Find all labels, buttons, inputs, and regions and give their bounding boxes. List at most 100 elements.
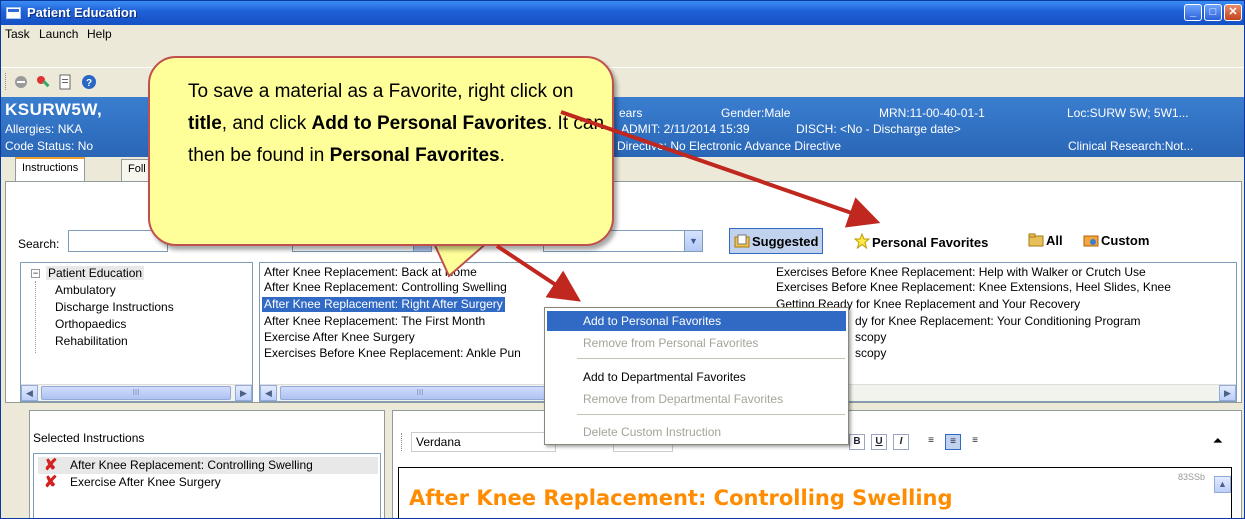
font-combo[interactable]: Verdana [411, 432, 556, 452]
list-item[interactable]: Exercises Before Knee Replacement: Help … [776, 265, 1146, 280]
custom-label: Custom [1101, 233, 1150, 248]
list-item[interactable]: scopy [855, 346, 886, 361]
all-toggle[interactable]: All [1024, 228, 1067, 254]
personal-favorites-toggle[interactable]: Personal Favorites [850, 228, 992, 254]
list-item[interactable]: ✘ Exercise After Knee Surgery [38, 474, 378, 491]
scroll-left-icon[interactable]: ◀ [260, 385, 277, 401]
gender-text: Gender:Male [721, 106, 791, 120]
callout-bold-title: title [188, 113, 222, 134]
close-button[interactable]: ✕ [1224, 4, 1242, 21]
clinical-research-text: Clinical Research:Not... [1068, 139, 1194, 153]
category-tree: − Patient Education Ambulatory Discharge … [20, 262, 253, 402]
selected-item-label: Exercise After Knee Surgery [70, 475, 221, 489]
tree-item-ambulatory[interactable]: Ambulatory [55, 283, 116, 297]
chevron-down-icon[interactable]: ▼ [684, 231, 702, 251]
patient-search-icon[interactable] [35, 74, 51, 90]
folder-pages-icon [734, 234, 750, 248]
menu-separator [577, 358, 845, 359]
callout-text-part: . [499, 145, 505, 166]
folder-icon [1028, 233, 1044, 247]
list-item[interactable]: Exercise After Knee Surgery [264, 330, 415, 345]
italic-button[interactable]: I [893, 434, 909, 450]
menu-item-remove-departmental-favorites[interactable]: Remove from Departmental Favorites [547, 389, 846, 409]
document-code: 83SSb [1177, 472, 1205, 482]
scroll-right-icon[interactable]: ▶ [1219, 385, 1236, 401]
list-item[interactable]: Exercises Before Knee Replacement: Knee … [776, 280, 1171, 295]
menu-launch[interactable]: Launch [39, 27, 78, 41]
remove-icon[interactable]: ✘ [44, 475, 57, 491]
document-icon[interactable] [57, 74, 73, 90]
menu-item-delete-custom-instruction[interactable]: Delete Custom Instruction [547, 422, 846, 442]
callout-text-part: To save a material as a Favorite, right … [188, 81, 574, 102]
callout-text-part: , and click [221, 113, 312, 134]
toolbar-grip[interactable] [401, 433, 404, 451]
selected-instructions-list: ✘ After Knee Replacement: Controlling Sw… [33, 453, 381, 518]
allergies-text: Allergies: NKA [5, 122, 83, 136]
admit-text: ADMIT: 2/11/2014 15:39 [621, 122, 750, 136]
tree-item-orthopaedics[interactable]: Orthopaedics [55, 317, 126, 331]
align-center-icon[interactable]: ≡ [945, 434, 961, 450]
selected-instructions-header: Selected Instructions [33, 431, 145, 445]
tree-line [35, 281, 36, 353]
mrn-text: MRN:11-00-40-01-1 [879, 106, 985, 120]
document-heading: After Knee Replacement: Controlling Swel… [409, 486, 953, 510]
scroll-left-icon[interactable]: ◀ [21, 385, 38, 401]
tree-item-discharge-instructions[interactable]: Discharge Instructions [55, 300, 174, 314]
minimize-button[interactable]: _ [1184, 4, 1202, 21]
suggested-label: Suggested [752, 234, 819, 249]
tree-horizontal-scrollbar[interactable]: ◀ III ▶ [21, 384, 252, 401]
scroll-up-icon[interactable]: ▲ [1214, 476, 1231, 493]
bold-button[interactable]: B [849, 434, 865, 450]
custom-toggle[interactable]: Custom [1079, 228, 1153, 254]
stop-icon[interactable] [13, 74, 29, 90]
menu-bar: Task Launch Help [1, 25, 1244, 45]
personal-favorites-label: Personal Favorites [872, 235, 989, 250]
menu-help[interactable]: Help [87, 27, 112, 41]
window-title: Patient Education [27, 5, 137, 20]
callout-bold-personal-favorites: Personal Favorites [329, 145, 500, 166]
window-icon [6, 7, 21, 19]
selected-item-label: After Knee Replacement: Controlling Swel… [70, 458, 313, 472]
toolbar-grip[interactable] [5, 73, 8, 90]
list-item[interactable]: After Knee Replacement: The First Month [264, 314, 485, 329]
align-left-icon[interactable]: ≡ [923, 434, 939, 450]
underline-button[interactable]: U [871, 434, 887, 450]
document-preview[interactable]: 83SSb After Knee Replacement: Controllin… [398, 467, 1232, 518]
list-item[interactable]: dy for Knee Replacement: Your Conditioni… [855, 314, 1141, 329]
list-item-selected[interactable]: After Knee Replacement: Right After Surg… [262, 297, 505, 312]
selected-instructions-panel: Selected Instructions ✘ After Knee Repla… [29, 410, 385, 518]
tree-root-patient-education[interactable]: − Patient Education [31, 266, 145, 280]
collapse-top-icon[interactable]: ⏶ [1213, 433, 1223, 449]
scroll-right-icon[interactable]: ▶ [235, 385, 252, 401]
menu-item-add-departmental-favorites[interactable]: Add to Departmental Favorites [547, 367, 846, 387]
list-item[interactable]: ✘ After Knee Replacement: Controlling Sw… [38, 457, 378, 474]
instruction-callout: To save a material as a Favorite, right … [148, 56, 614, 246]
search-label: Search: [18, 237, 60, 251]
collapse-icon[interactable]: − [31, 269, 40, 278]
menu-task[interactable]: Task [5, 27, 30, 41]
code-status-text: Code Status: No [5, 139, 94, 153]
tree-item-rehabilitation[interactable]: Rehabilitation [55, 334, 128, 348]
context-menu: Add to Personal Favorites Remove from Pe… [544, 307, 849, 445]
tab-instructions[interactable]: Instructions [15, 157, 86, 181]
star-icon [854, 233, 870, 249]
title-bar: Patient Education _ □ ✕ [1, 1, 1244, 25]
list-item[interactable]: After Knee Replacement: Back at Home [264, 265, 477, 280]
scroll-thumb[interactable]: III [41, 386, 231, 400]
age-text: ears [619, 106, 643, 120]
help-icon[interactable]: ? [81, 74, 97, 90]
maximize-button[interactable]: □ [1204, 4, 1222, 21]
callout-bold-add: Add to Personal Favorites [311, 113, 547, 134]
scroll-thumb[interactable]: III [280, 386, 560, 400]
list-item[interactable]: scopy [855, 330, 886, 345]
menu-item-remove-personal-favorites[interactable]: Remove from Personal Favorites [547, 333, 846, 353]
all-label: All [1046, 233, 1063, 248]
list-item[interactable]: After Knee Replacement: Controlling Swel… [264, 280, 507, 295]
menu-item-add-personal-favorites[interactable]: Add to Personal Favorites [547, 311, 846, 331]
remove-icon[interactable]: ✘ [44, 458, 57, 474]
suggested-toggle[interactable]: Suggested [729, 228, 824, 254]
align-right-icon[interactable]: ≡ [967, 434, 983, 450]
patient-name: KSURW5W, [5, 100, 103, 119]
location-text: Loc:SURW 5W; 5W1... [1067, 106, 1189, 120]
list-item[interactable]: Exercises Before Knee Replacement: Ankle… [264, 346, 521, 361]
